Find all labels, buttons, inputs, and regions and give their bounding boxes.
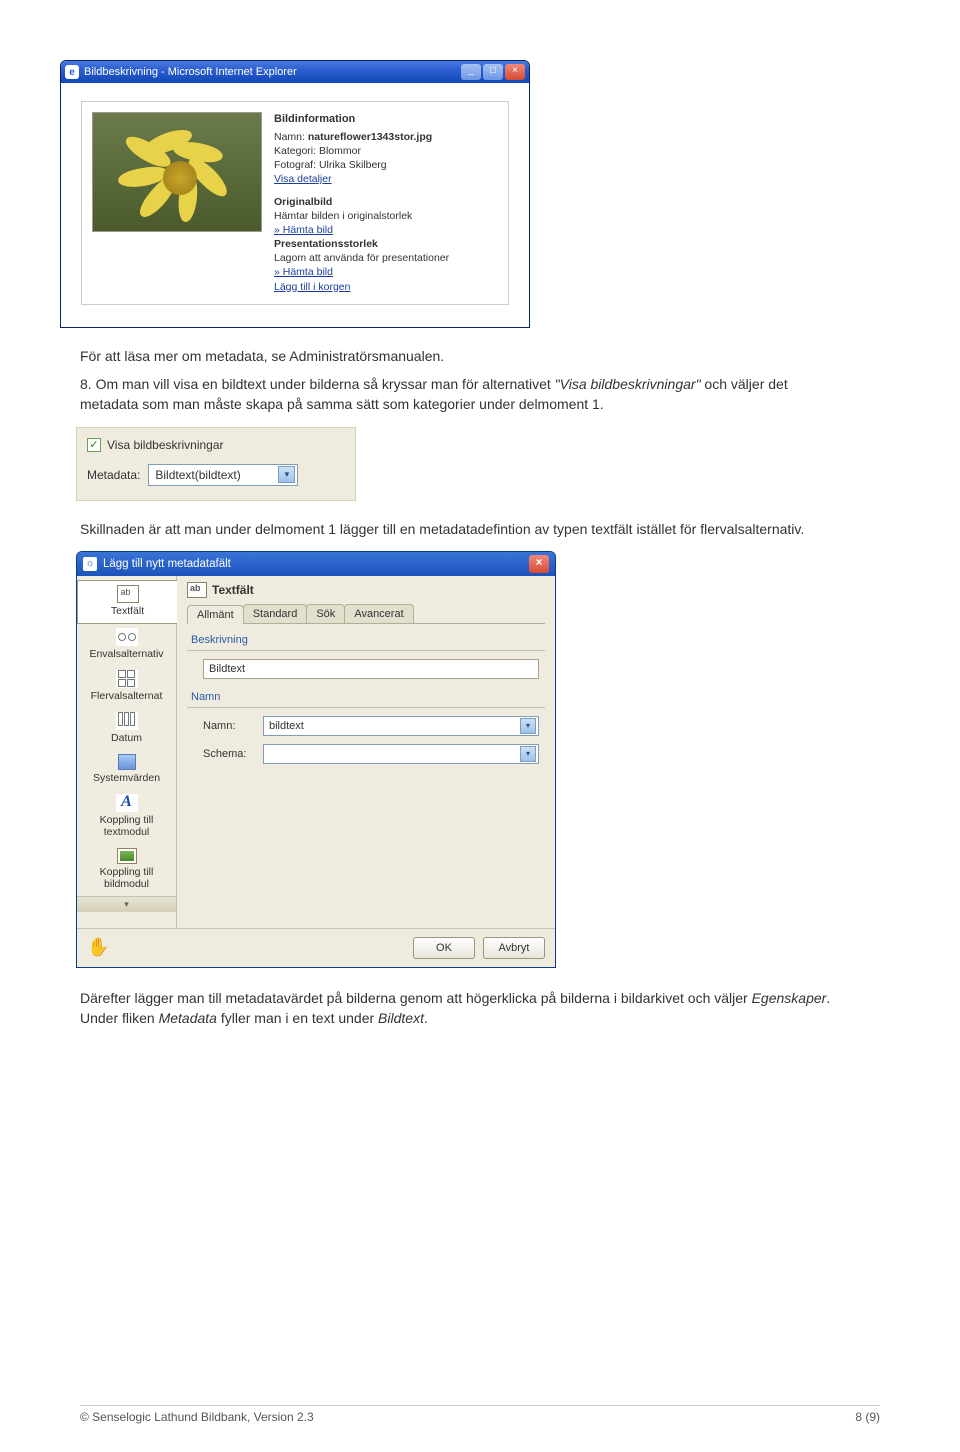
paragraph-difference: Skillnaden är att man under delmoment 1 … <box>80 519 840 539</box>
show-descriptions-label: Visa bildbeskrivningar <box>107 438 224 452</box>
image-info-card: Bildinformation Namn: natureflower1343st… <box>81 101 509 305</box>
sidebar-item-textmodule-link[interactable]: AKoppling till textmodul <box>77 790 176 844</box>
chevron-down-icon: ▾ <box>520 718 536 734</box>
dialog-footer: ✋ OK Avbryt <box>77 928 555 967</box>
sidebar-item-date[interactable]: Datum <box>77 708 176 750</box>
document-page: e Bildbeskrivning - Microsoft Internet E… <box>0 0 960 1452</box>
metadata-dropdown[interactable]: Bildtext(bildtext) ▾ <box>148 464 298 486</box>
paragraph-after-dialog: Därefter lägger man till metadatavärdet … <box>80 988 840 1029</box>
schema-select[interactable]: ▾ <box>263 744 539 764</box>
tab-search[interactable]: Sök <box>306 604 345 623</box>
sidebar-scroll-down[interactable]: ▾ <box>77 896 176 912</box>
cancel-button[interactable]: Avbryt <box>483 937 545 959</box>
chevron-down-icon: ▾ <box>520 746 536 762</box>
maximize-button[interactable]: □ <box>483 64 503 80</box>
footer-copyright: © Senselogic Lathund Bildbank, Version 2… <box>80 1410 314 1424</box>
sidebar-item-imagemodule-link[interactable]: Koppling till bildmodul <box>77 844 176 896</box>
ie-logo-icon: e <box>65 65 79 79</box>
name-select[interactable]: bildtext▾ <box>263 716 539 736</box>
original-heading: Originalbild <box>274 196 332 208</box>
tab-general[interactable]: Allmänt <box>187 605 244 624</box>
tab-advanced[interactable]: Avancerat <box>344 604 413 623</box>
name-field-label: Namn: <box>203 720 255 732</box>
name-label: Namn: <box>274 131 305 143</box>
paragraph-metadata-ref: För att läsa mer om metadata, se Adminis… <box>80 346 840 366</box>
minimize-button[interactable]: _ <box>461 64 481 80</box>
dialog-tabs: Allmänt Standard Sök Avancerat <box>187 604 545 624</box>
sidebar-item-textfield[interactable]: Textfält <box>77 580 177 624</box>
paragraph-step-8: 8. Om man vill visa en bildtext under bi… <box>80 374 840 415</box>
dialog-main-panel: Textfält Allmänt Standard Sök Avancerat … <box>177 576 555 928</box>
category-label: Kategori: <box>274 145 316 157</box>
original-text: Hämtar bilden i originalstorlek <box>274 210 412 222</box>
schema-field-label: Schema: <box>203 748 255 760</box>
footer-page-number: 8 (9) <box>855 1410 880 1424</box>
close-button[interactable]: × <box>505 64 525 80</box>
presentation-download-link[interactable]: » Hämta bild <box>274 266 333 278</box>
info-heading: Bildinformation <box>274 112 498 127</box>
photographer-value: Ulrika Skilberg <box>319 159 387 171</box>
gear-icon: ☼ <box>83 557 97 571</box>
textfield-icon <box>187 582 207 598</box>
group-name: Namn <box>191 691 545 703</box>
group-description: Beskrivning <box>191 634 545 646</box>
dialog-titlebar: ☼ Lägg till nytt metadatafält × <box>77 552 555 576</box>
ie-titlebar: e Bildbeskrivning - Microsoft Internet E… <box>61 61 529 83</box>
ie-window-screenshot: e Bildbeskrivning - Microsoft Internet E… <box>60 60 530 328</box>
sidebar-item-systemvalues[interactable]: Systemvärden <box>77 750 176 790</box>
sidebar-item-multichoice[interactable]: Flervalsalternat <box>77 666 176 708</box>
category-value: Blommor <box>319 145 361 157</box>
photographer-label: Fotograf: <box>274 159 316 171</box>
metadata-label: Metadata: <box>87 468 140 482</box>
show-descriptions-checkbox[interactable]: ✓ <box>87 438 101 452</box>
flower-photo <box>92 112 262 232</box>
chevron-down-icon: ▾ <box>278 466 295 483</box>
presentation-text: Lagom att använda för presentationer <box>274 252 449 264</box>
tab-standard[interactable]: Standard <box>243 604 308 623</box>
add-to-basket-link[interactable]: Lägg till i korgen <box>274 281 350 293</box>
details-link[interactable]: Visa detaljer <box>274 173 332 185</box>
original-download-link[interactable]: » Hämta bild <box>274 224 333 236</box>
ie-window-title: Bildbeskrivning - Microsoft Internet Exp… <box>84 66 297 78</box>
description-input[interactable]: Bildtext <box>203 659 539 679</box>
name-value: natureflower1343stor.jpg <box>308 131 432 143</box>
page-footer: © Senselogic Lathund Bildbank, Version 2… <box>80 1405 880 1424</box>
dialog-close-button[interactable]: × <box>529 555 549 573</box>
hand-icon: ✋ <box>87 937 109 958</box>
add-metadata-dialog: ☼ Lägg till nytt metadatafält × Textfält… <box>76 551 556 968</box>
metadata-settings-screenshot: ✓ Visa bildbeskrivningar Metadata: Bildt… <box>76 427 356 501</box>
ok-button[interactable]: OK <box>413 937 475 959</box>
presentation-heading: Presentationsstorlek <box>274 238 378 250</box>
dialog-title: Lägg till nytt metadatafält <box>103 558 231 570</box>
field-type-sidebar: Textfält Envalsalternativ Flervalsaltern… <box>77 576 177 928</box>
panel-heading: Textfält <box>187 582 545 598</box>
metadata-dropdown-value: Bildtext(bildtext) <box>155 468 240 482</box>
sidebar-item-singlechoice[interactable]: Envalsalternativ <box>77 624 176 666</box>
